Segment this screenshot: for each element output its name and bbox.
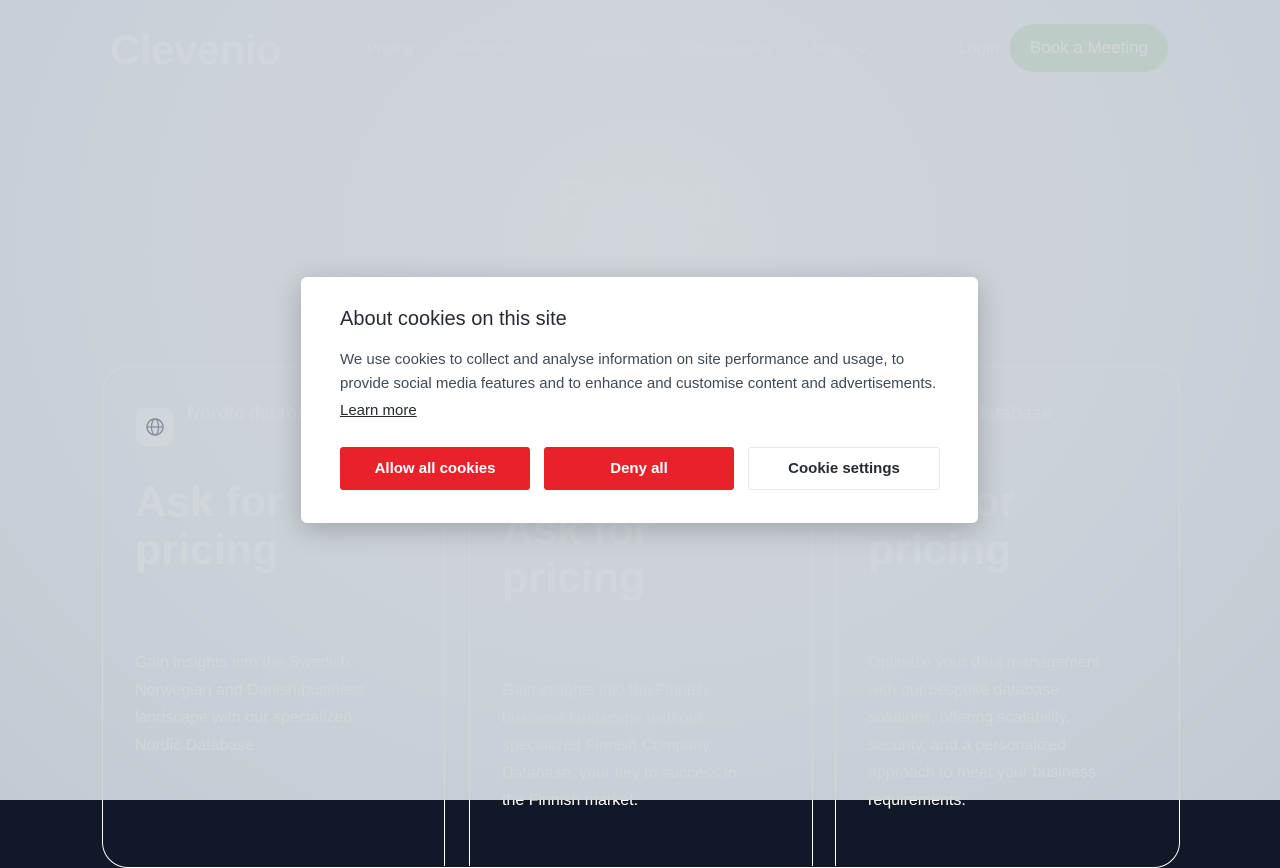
allow-all-cookies-button[interactable]: Allow all cookies <box>340 447 530 490</box>
cookie-dialog-title: About cookies on this site <box>340 308 567 330</box>
cookie-settings-button[interactable]: Cookie settings <box>748 447 940 490</box>
learn-more-link[interactable]: Learn more <box>340 402 417 419</box>
cookie-dialog-body: We use cookies to collect and analyse in… <box>340 351 937 392</box>
deny-all-button[interactable]: Deny all <box>544 447 734 490</box>
cookie-consent-dialog: About cookies on this site We use cookie… <box>301 277 978 523</box>
